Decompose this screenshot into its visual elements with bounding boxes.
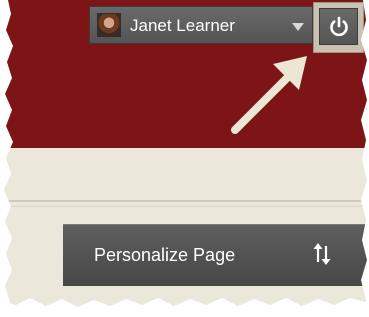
screenshot-frame: Janet Learner Personalize Page	[0, 0, 369, 317]
torn-paper-edge	[0, 0, 369, 317]
